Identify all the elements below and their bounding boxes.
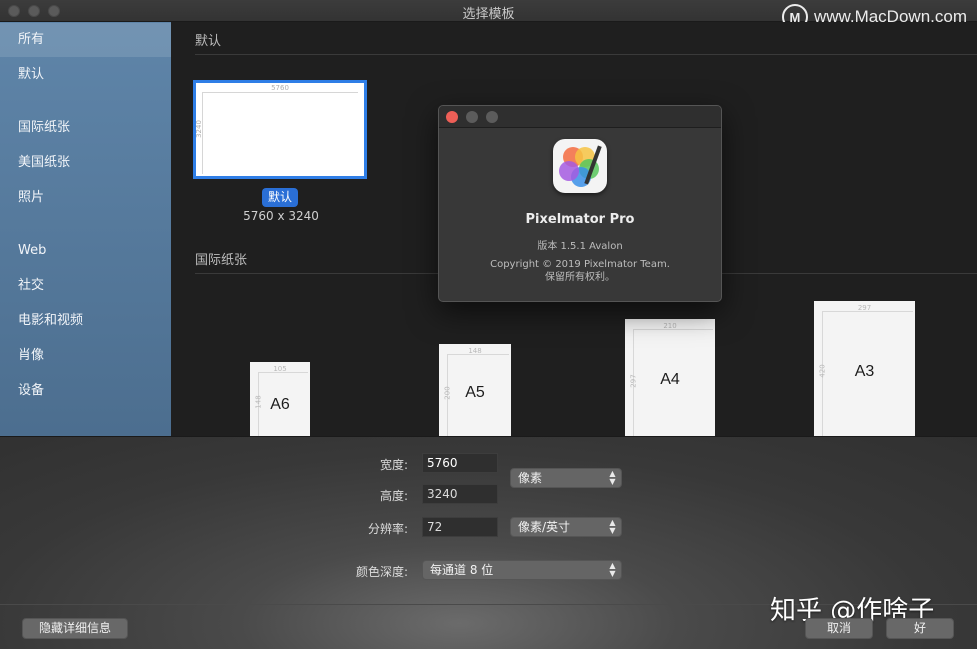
category-sidebar: 所有 默认 国际纸张 美国纸张 照片 Web 社交 电影和视频 肖像 设备 (0, 22, 171, 436)
width-field[interactable]: 5760 (422, 453, 498, 473)
sidebar-item-all[interactable]: 所有 (0, 23, 171, 57)
resolution-label: 分辨率: (367, 522, 408, 536)
height-label: 高度: (379, 489, 408, 503)
app-version: 版本 1.5.1 Avalon (537, 241, 623, 252)
default-template-thumbnail[interactable]: 5760 3240 (193, 80, 367, 179)
template-width-dim: 5760 (271, 84, 289, 92)
paper-label: A4 (660, 371, 680, 388)
section-title-default: 默认 (195, 34, 222, 49)
select-arrows-icon: ▲ ▼ (609, 561, 616, 578)
paper-template-a4[interactable]: 210 297 A4 (625, 319, 715, 436)
app-copyright: Copyright © 2019 Pixelmator Team. 保留所有权利… (439, 258, 721, 284)
ok-button[interactable]: 好 (886, 618, 954, 639)
sidebar-item-us-paper[interactable]: 美国纸张 (0, 146, 171, 180)
hide-details-button[interactable]: 隐藏详细信息 (22, 618, 128, 639)
title-bar: 选择模板 M www.MacDown.com (0, 0, 977, 30)
about-close-button[interactable] (446, 111, 458, 123)
resolution-unit-select[interactable]: 像素/英寸 ▲ ▼ (510, 517, 622, 537)
paper-label: A5 (465, 384, 485, 401)
default-template-size: 5760 x 3240 (243, 209, 319, 223)
pixelmator-pro-app-icon (553, 139, 607, 193)
color-depth-value: 每通道 8 位 (430, 563, 494, 577)
width-label: 宽度: (379, 458, 408, 472)
sidebar-item-portrait[interactable]: 肖像 (0, 339, 171, 373)
about-zoom-button[interactable] (486, 111, 498, 123)
size-unit-select[interactable]: 像素 ▲ ▼ (510, 468, 622, 488)
app-name: Pixelmator Pro (525, 212, 635, 227)
about-minimize-button[interactable] (466, 111, 478, 123)
sidebar-item-devices[interactable]: 设备 (0, 374, 171, 408)
paper-template-a3[interactable]: 297 420 A3 (814, 301, 915, 436)
resolution-unit-value: 像素/英寸 (518, 520, 571, 534)
select-arrows-icon: ▲ ▼ (609, 518, 616, 535)
sidebar-item-default[interactable]: 默认 (0, 58, 171, 92)
paper-template-a6[interactable]: 105 148 A6 (250, 362, 310, 436)
paper-label: A3 (854, 363, 875, 380)
rights-line: 保留所有权利。 (545, 272, 615, 283)
size-unit-value: 像素 (518, 471, 543, 485)
section-title-international-paper: 国际纸张 (195, 253, 248, 268)
sidebar-item-web[interactable]: Web (0, 234, 171, 268)
resolution-field[interactable]: 72 (422, 517, 498, 537)
color-depth-select[interactable]: 每通道 8 位 ▲ ▼ (422, 560, 622, 580)
template-height-dim: 3240 (194, 120, 203, 138)
about-dialog: Pixelmator Pro 版本 1.5.1 Avalon Copyright… (438, 105, 722, 302)
sidebar-item-film-video[interactable]: 电影和视频 (0, 304, 171, 338)
section-divider (195, 54, 977, 55)
about-title-bar (439, 106, 721, 128)
sidebar-item-social[interactable]: 社交 (0, 269, 171, 303)
cancel-button[interactable]: 取消 (805, 618, 873, 639)
sidebar-item-international-paper[interactable]: 国际纸张 (0, 111, 171, 145)
color-depth-label: 颜色深度: (355, 565, 408, 579)
height-field[interactable]: 3240 (422, 484, 498, 504)
paper-template-a5[interactable]: 148 200 A5 (439, 344, 511, 436)
copyright-line: Copyright © 2019 Pixelmator Team. (490, 259, 670, 270)
paper-label: A6 (270, 396, 290, 413)
sidebar-item-photo[interactable]: 照片 (0, 181, 171, 215)
default-template-badge: 默认 (262, 188, 298, 207)
select-arrows-icon: ▲ ▼ (609, 469, 616, 486)
document-settings-panel: 宽度: 5760 高度: 3240 像素 ▲ ▼ 分辨率: 72 像素/英寸 ▲ ▼… (0, 436, 977, 649)
